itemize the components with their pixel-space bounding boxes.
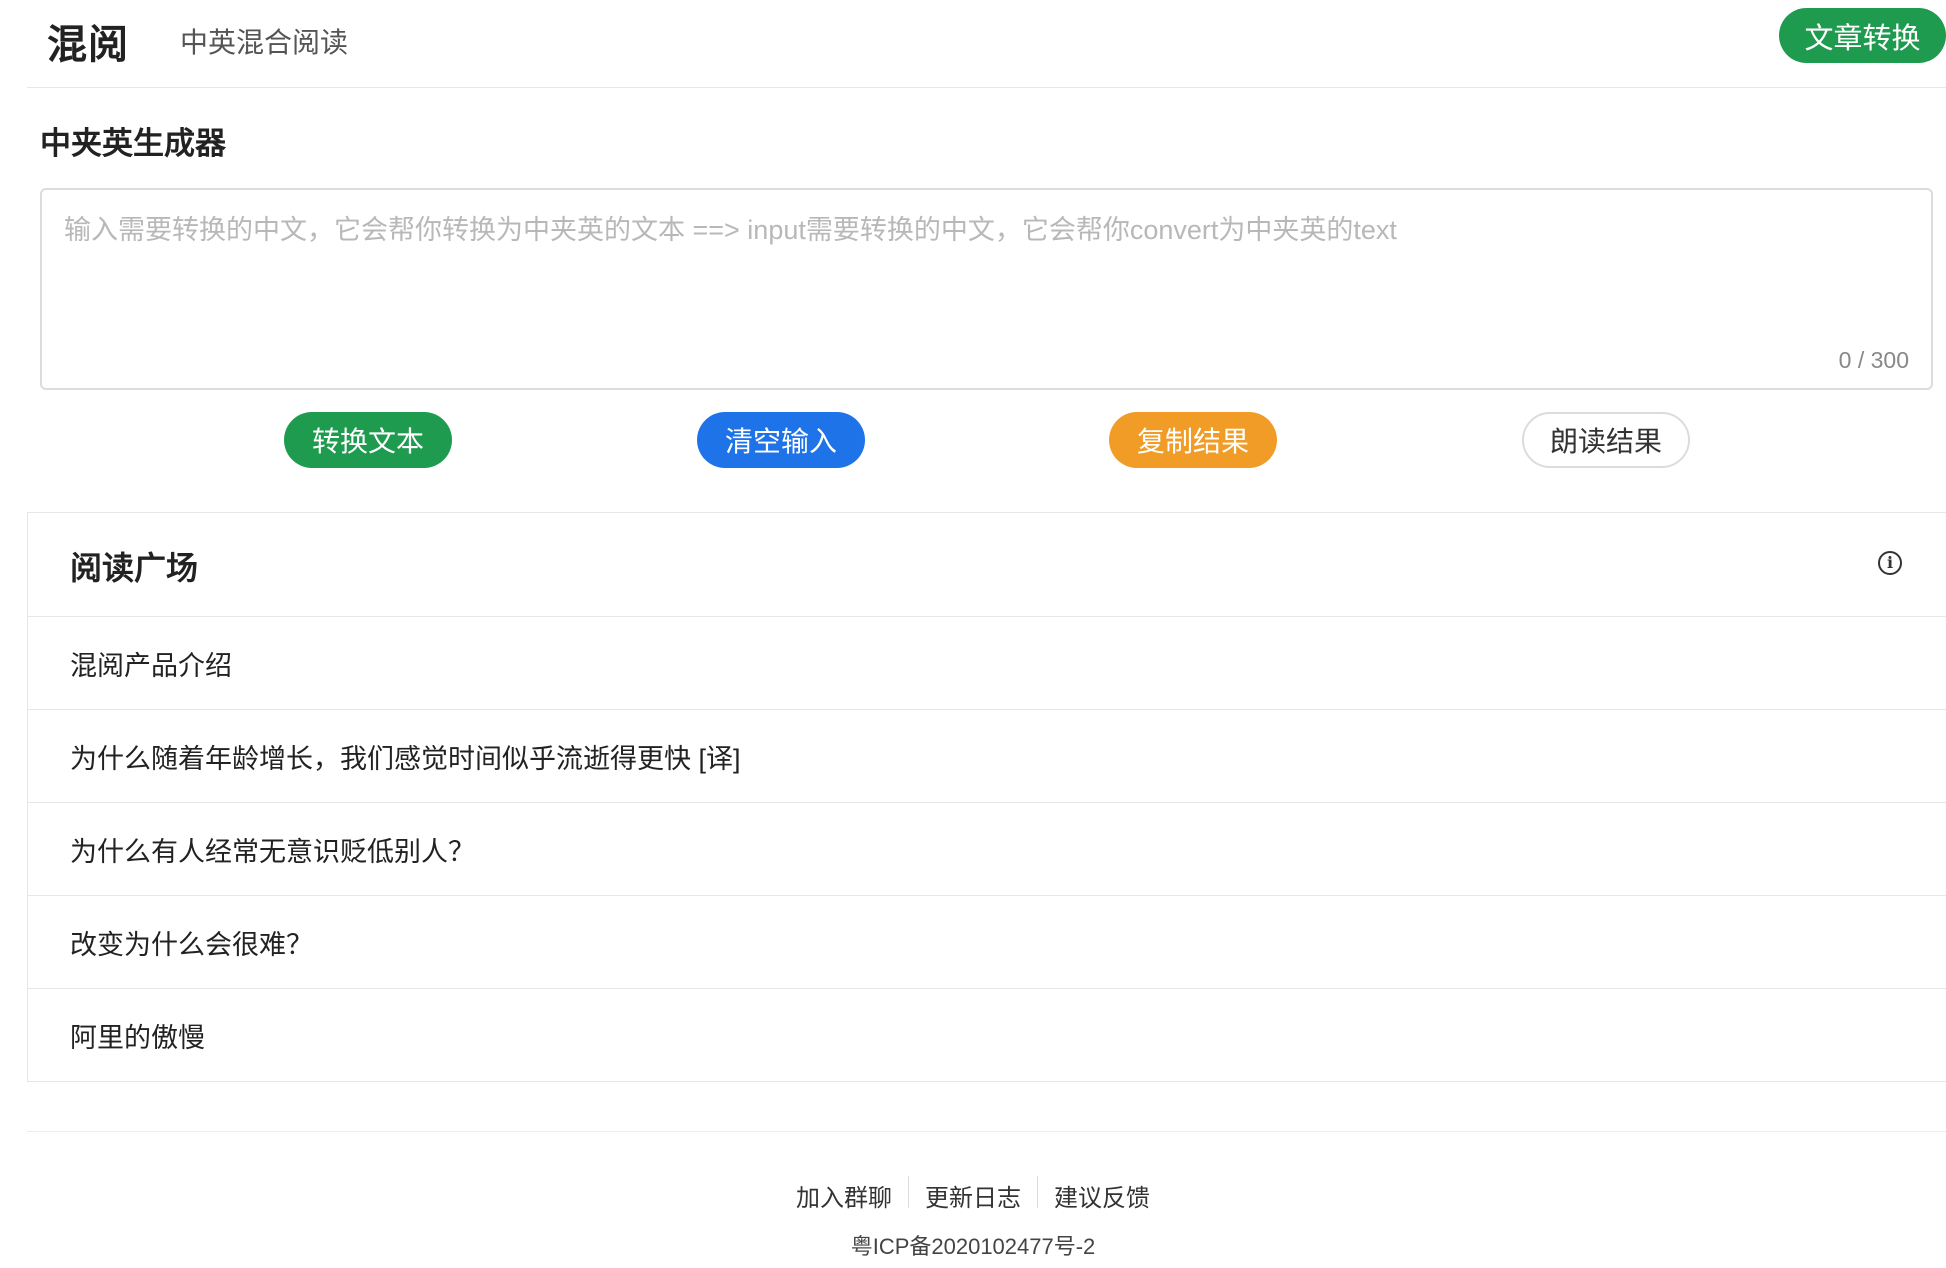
article-link[interactable]: 改变为什么会很难？ <box>28 896 1946 989</box>
article-link[interactable]: 为什么有人经常无意识贬低别人？ <box>28 803 1946 896</box>
article-link[interactable]: 为什么随着年龄增长，我们感觉时间似乎流逝得更快 [译] <box>28 710 1946 803</box>
feedback-link[interactable]: 建议反馈 <box>1038 1178 1166 1213</box>
clear-input-button[interactable]: 清空输入 <box>697 412 865 468</box>
footer-divider <box>27 1131 1946 1132</box>
join-group-link[interactable]: 加入群聊 <box>780 1178 908 1213</box>
convert-text-button[interactable]: 转换文本 <box>284 412 452 468</box>
article-link[interactable]: 阿里的傲慢 <box>28 989 1946 1082</box>
char-counter: 0 / 300 <box>1838 347 1909 373</box>
reading-plaza-card: 阅读广场 i 混阅产品介绍 为什么随着年龄增长，我们感觉时间似乎流逝得更快 [译… <box>27 512 1946 1082</box>
reading-plaza-title: 阅读广场 <box>70 550 199 586</box>
copy-result-button[interactable]: 复制结果 <box>1109 412 1277 468</box>
generator-title: 中夹英生成器 <box>40 126 226 161</box>
read-aloud-button[interactable]: 朗读结果 <box>1522 412 1690 468</box>
site-header: 混阅 中英混合阅读 文章转换 <box>27 0 1946 88</box>
article-convert-button[interactable]: 文章转换 <box>1779 8 1946 63</box>
site-tagline: 中英混合阅读 <box>180 27 349 58</box>
site-logo[interactable]: 混阅 <box>47 12 129 70</box>
article-link[interactable]: 混阅产品介绍 <box>28 617 1946 710</box>
text-input-box: 0 / 300 <box>40 188 1933 390</box>
reading-plaza-header: 阅读广场 i <box>28 513 1946 617</box>
icp-record[interactable]: 粤ICP备2020102477号-2 <box>0 1229 1946 1261</box>
changelog-link[interactable]: 更新日志 <box>909 1178 1037 1213</box>
info-icon[interactable]: i <box>1878 551 1902 575</box>
text-input[interactable] <box>42 190 1931 388</box>
footer-links: 加入群聊 更新日志 建议反馈 <box>0 1176 1946 1213</box>
